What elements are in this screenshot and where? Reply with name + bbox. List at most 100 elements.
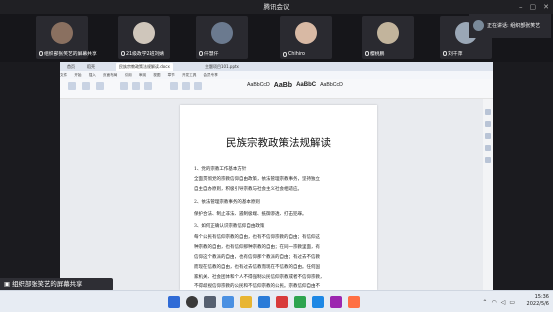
mic-icon (121, 51, 125, 56)
participant-tile[interactable]: 仟慧仟 (196, 16, 248, 59)
sidebar-tool-icon[interactable] (485, 109, 491, 115)
participant-name: 樱桃鹏 (365, 50, 384, 57)
speaker-status: 正在讲话: 组织部张笑艺 (487, 23, 541, 29)
document-title: 民族宗教政策法规解读 (226, 137, 331, 149)
menu-home[interactable]: 开始 (74, 73, 81, 77)
line-spacing-icon[interactable] (194, 82, 202, 90)
tab-presentation[interactable]: 主题项目101.pptx (202, 63, 242, 71)
menu-developer[interactable]: 开发工具 (182, 73, 196, 77)
window-title: 腾讯会议 (263, 3, 290, 11)
menu-sections[interactable]: 章节 (168, 73, 175, 77)
underline-icon[interactable] (144, 82, 152, 90)
sidebar-tool-icon[interactable] (485, 145, 491, 151)
maximize-icon[interactable]: ▢ (530, 0, 537, 14)
app-icon[interactable] (330, 296, 342, 308)
task-view-icon[interactable] (204, 296, 216, 308)
style-heading3[interactable]: AaBbCcD (320, 82, 343, 89)
participant-tile[interactable]: 樱桃鹏 (362, 16, 414, 59)
avatar (377, 22, 399, 44)
sidebar-tool-icon[interactable] (485, 121, 491, 127)
participant-name: Chihiro (283, 52, 305, 57)
tencent-meeting-icon[interactable] (312, 296, 324, 308)
align-center-icon[interactable] (182, 82, 190, 90)
document-line: 信仰这个教派的自由，也有信仰那个教派的自由；有过去不信教 (194, 255, 320, 260)
right-sidebar (483, 99, 493, 290)
avatar (51, 22, 73, 44)
start-icon[interactable] (168, 296, 180, 308)
wps-menu-bar: 文件 开始 插入 页面布局 引用 审阅 视图 章节 开发工具 会员专享 (60, 71, 493, 79)
tab-home[interactable]: 首页 (64, 63, 78, 71)
document-line: 1、党的宗教工作基本方针 (194, 167, 247, 172)
app-icon[interactable] (348, 296, 360, 308)
widgets-icon[interactable] (222, 296, 234, 308)
document-line: 2、依法管理宗教事务的基本原则 (194, 200, 260, 205)
avatar (295, 22, 317, 44)
document-line: 3、如何正确认识宗教信仰自由政策 (194, 224, 265, 229)
participant-tile[interactable]: 组织部张笑艺的屏幕共享 (36, 16, 97, 59)
meeting-window: 腾讯会议 – ▢ ✕ 组织部张笑艺的屏幕共享 21级政学2班刘婧 仟慧仟 Chi… (0, 0, 553, 312)
wifi-icon[interactable]: ◠ (491, 299, 496, 306)
participant-name: 刘千萍 (443, 50, 462, 57)
participant-tile[interactable]: 21级政学2班刘婧 (118, 16, 170, 59)
menu-insert[interactable]: 插入 (89, 73, 96, 77)
presenter-label: 组织部张笑艺的屏幕共享 (12, 280, 83, 288)
menu-review[interactable]: 审阅 (139, 73, 146, 77)
mic-icon (443, 51, 447, 56)
document-line: 自主自办原则，积极引导宗教与社会主义社会相适应。 (194, 187, 302, 192)
sidebar-tool-icon[interactable] (485, 157, 491, 163)
cut-icon[interactable] (82, 82, 90, 90)
paste-icon[interactable] (68, 82, 76, 90)
wps-icon[interactable] (276, 296, 288, 308)
menu-view[interactable]: 视图 (153, 73, 160, 77)
menu-member[interactable]: 会员专享 (203, 73, 217, 77)
participant-name: 21级政学2班刘婧 (121, 50, 164, 57)
italic-icon[interactable] (132, 82, 140, 90)
participant-name: 仟慧仟 (199, 50, 218, 57)
clock[interactable]: 15:36 2022/5/6 (527, 294, 549, 308)
participant-name: 组织部张笑艺的屏幕共享 (39, 50, 97, 57)
participant-tile[interactable]: Chihiro (280, 16, 332, 59)
system-tray: ⌃ ◠ ◁ ▭ (482, 299, 515, 306)
battery-icon[interactable]: ▭ (509, 299, 515, 306)
document-line: 种宗教的自由，也有信仰那种宗教的自由；在同一宗教里面，有 (194, 245, 320, 250)
mic-icon (283, 52, 287, 57)
avatar (133, 22, 155, 44)
menu-references[interactable]: 引用 (125, 73, 132, 77)
search-icon[interactable] (186, 296, 198, 308)
wechat-icon[interactable] (294, 296, 306, 308)
wps-ribbon: AaBbCcD AaBb AaBbC AaBbCcD (60, 79, 493, 99)
bold-icon[interactable] (120, 82, 128, 90)
wps-tab-bar: 首页 稻壳 民族宗教政策法规解读.docx 主题项目101.pptx (60, 62, 493, 71)
clock-time: 15:36 (534, 294, 549, 300)
document-page[interactable]: 民族宗教政策法规解读 1、党的宗教工作基本方针 全面贯彻党的宗教信仰自由政策，依… (180, 105, 377, 290)
menu-layout[interactable]: 页面布局 (103, 73, 117, 77)
style-heading2[interactable]: AaBbC (296, 82, 316, 89)
close-icon[interactable]: ✕ (543, 0, 549, 14)
mic-icon (39, 51, 43, 56)
align-left-icon[interactable] (170, 82, 178, 90)
title-bar: 腾讯会议 – ▢ ✕ (0, 0, 553, 14)
style-normal[interactable]: AaBbCcD (247, 82, 270, 89)
tab-document[interactable]: 民族宗教政策法规解读.docx (116, 63, 173, 71)
sidebar-tool-icon[interactable] (485, 133, 491, 139)
style-gallery: AaBbCcD AaBb AaBbC AaBbCcD (247, 82, 343, 89)
volume-icon[interactable]: ◁ (501, 299, 506, 306)
clock-date: 2022/5/6 (526, 301, 549, 307)
mic-icon (365, 51, 369, 56)
file-explorer-icon[interactable] (240, 296, 252, 308)
menu-file[interactable]: 文件 (60, 73, 67, 77)
document-line: 每个公民有信仰宗教的自由，也有不信仰宗教的自由；有信仰这 (194, 235, 320, 240)
window-controls: – ▢ ✕ (519, 0, 549, 14)
share-screen-icon: ▣ (4, 280, 11, 288)
shared-screen: 首页 稻壳 民族宗教政策法规解读.docx 主题项目101.pptx 文件 开始… (60, 62, 493, 298)
document-line: 全面贯彻党的宗教信仰自由政策，依法管理宗教事务，坚持独立 (194, 177, 320, 182)
document-line: 不得歧视信仰宗教的公民和不信仰宗教的公民。宗教信仰自由不 (194, 284, 320, 289)
style-heading1[interactable]: AaBb (274, 82, 292, 89)
edge-icon[interactable] (258, 296, 270, 308)
speaker-indicator: 正在讲话: 组织部张笑艺 (469, 14, 551, 38)
tab-docer[interactable]: 稻壳 (84, 63, 98, 71)
format-painter-icon[interactable] (96, 82, 104, 90)
chevron-up-icon[interactable]: ⌃ (482, 299, 487, 306)
mic-icon (199, 51, 203, 56)
minimize-icon[interactable]: – (519, 0, 523, 14)
